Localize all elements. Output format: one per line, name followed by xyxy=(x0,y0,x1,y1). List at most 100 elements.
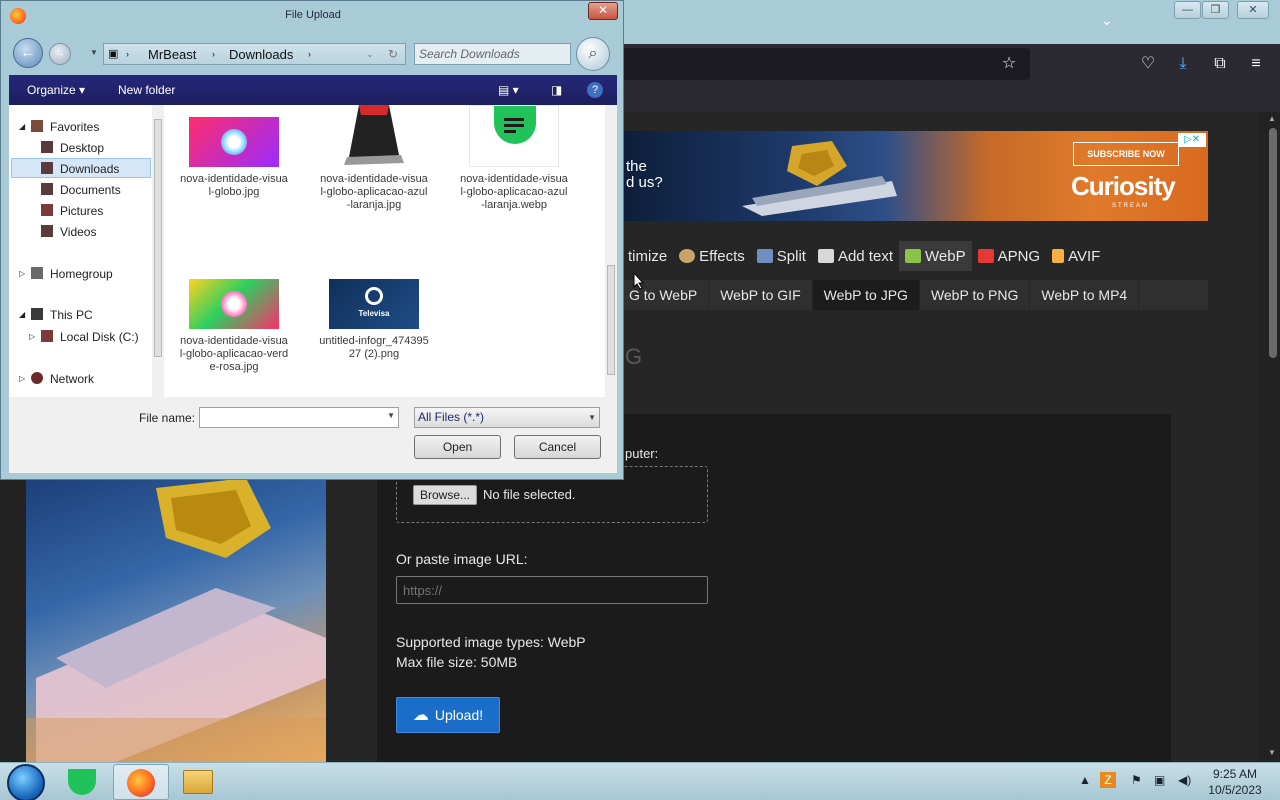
network-icon xyxy=(31,372,43,384)
chevron-right-icon[interactable]: › xyxy=(212,49,215,59)
recent-locations-icon[interactable]: ▼ xyxy=(90,48,98,57)
list-all-tabs-icon[interactable]: ⌄ xyxy=(1101,12,1113,29)
subtab-webp-to-jpg[interactable]: WebP to JPG xyxy=(812,280,920,310)
back-button[interactable]: ← xyxy=(13,38,43,68)
file-name: nova-identidade-visual-globo.jpg xyxy=(180,173,288,198)
ad-choices-icon[interactable]: ▷✕ xyxy=(1178,133,1206,147)
refresh-icon[interactable]: ↻ xyxy=(388,47,398,61)
network-tray-icon[interactable]: ▣ xyxy=(1154,773,1165,787)
bookmark-star-icon[interactable]: ☆ xyxy=(999,54,1019,74)
tool-optimize[interactable]: timize xyxy=(622,241,673,271)
avif-icon xyxy=(1052,249,1065,263)
close-window-button[interactable]: ✕ xyxy=(1237,1,1269,19)
subtab-webp-to-gif[interactable]: WebP to GIF xyxy=(709,280,813,310)
scroll-up-icon[interactable]: ▲ xyxy=(1268,114,1276,123)
tool-effects[interactable]: Effects xyxy=(673,241,751,271)
scroll-down-icon[interactable]: ▼ xyxy=(1268,748,1276,757)
nav-videos[interactable]: Videos xyxy=(60,225,96,239)
pictures-icon xyxy=(41,204,53,216)
nav-pictures[interactable]: Pictures xyxy=(60,204,103,218)
minimize-button[interactable]: — xyxy=(1174,1,1201,19)
taskbar-app-firefox[interactable] xyxy=(113,764,169,800)
downloads-icon[interactable]: ⤓ xyxy=(1173,54,1193,74)
search-input[interactable]: Search Downloads xyxy=(414,43,571,65)
ad-brand-sub: STREAM xyxy=(1112,203,1150,209)
collapse-icon[interactable]: ◢ xyxy=(19,122,25,131)
browse-button[interactable]: Browse... xyxy=(413,485,477,505)
dialog-title: File Upload xyxy=(285,9,341,21)
action-center-flag-icon[interactable]: ⚑ xyxy=(1131,773,1142,787)
collapse-icon[interactable]: ◢ xyxy=(19,310,25,319)
tray-app-icon[interactable]: Z xyxy=(1100,772,1116,788)
open-button[interactable]: Open xyxy=(414,435,501,459)
dialog-close-button[interactable]: ✕ xyxy=(588,2,618,20)
view-options-icon[interactable]: ▤ ▾ xyxy=(498,83,519,97)
preview-pane-icon[interactable]: ◨ xyxy=(551,83,562,97)
nav-homegroup[interactable]: Homegroup xyxy=(50,267,113,281)
cancel-button[interactable]: Cancel xyxy=(514,435,601,459)
globo-logo-icon xyxy=(221,291,247,317)
clock[interactable]: 9:25 AM 10/5/2023 xyxy=(1200,766,1270,798)
forward-button[interactable]: → xyxy=(49,43,71,65)
file-name-input[interactable]: ▼ xyxy=(199,407,399,428)
volume-icon[interactable]: ◀) xyxy=(1178,773,1191,787)
expand-icon[interactable]: ▷ xyxy=(19,269,25,278)
breadcrumb-downloads[interactable]: Downloads xyxy=(229,47,293,62)
ad-brand-logo: Curiosity xyxy=(1071,171,1176,201)
new-folder-button[interactable]: New folder xyxy=(118,83,175,97)
taskbar-app-globo[interactable] xyxy=(54,764,110,800)
image-url-input[interactable] xyxy=(396,576,708,604)
address-dropdown-icon[interactable]: ⌄ xyxy=(366,49,374,60)
expand-icon[interactable]: ▷ xyxy=(29,332,35,341)
chevron-down-icon[interactable]: ▼ xyxy=(387,411,395,420)
maximize-button[interactable]: ❐ xyxy=(1202,1,1229,19)
help-icon[interactable]: ? xyxy=(587,82,603,98)
favorites-star-icon xyxy=(31,120,43,132)
taskbar-app-explorer[interactable] xyxy=(170,764,226,800)
ad-banner[interactable]: the d us? SUBSCRIBE NOW Curiosity STREAM… xyxy=(622,131,1208,221)
nav-scrollbar[interactable] xyxy=(152,105,164,397)
page-scroll-thumb[interactable] xyxy=(1269,128,1277,358)
nav-this-pc[interactable]: This PC xyxy=(50,308,93,322)
tool-add-text[interactable]: Add text xyxy=(812,241,899,271)
extensions-icon[interactable]: ⧉ xyxy=(1210,54,1230,74)
chevron-down-icon[interactable]: ▼ xyxy=(588,408,596,427)
breadcrumb-user[interactable]: MrBeast xyxy=(148,47,196,62)
folder-app-icon xyxy=(183,770,213,794)
pocket-icon[interactable]: ♡ xyxy=(1138,54,1158,74)
nav-downloads[interactable]: Downloads xyxy=(60,162,119,176)
address-bar[interactable]: ▣ › MrBeast › Downloads › ⌄ ↻ xyxy=(103,43,406,65)
nav-network[interactable]: Network xyxy=(50,372,94,386)
nav-desktop[interactable]: Desktop xyxy=(60,141,104,155)
expand-icon[interactable]: ▷ xyxy=(19,374,25,383)
chevron-right-icon[interactable]: › xyxy=(308,49,311,59)
subtab-webp-to-png[interactable]: WebP to PNG xyxy=(920,280,1031,310)
subtab-webp-to-mp4[interactable]: WebP to MP4 xyxy=(1030,280,1140,310)
subscribe-now-button[interactable]: SUBSCRIBE NOW xyxy=(1073,142,1179,166)
url-bar[interactable] xyxy=(600,48,1030,80)
nav-documents[interactable]: Documents xyxy=(60,183,121,197)
tool-apng[interactable]: APNG xyxy=(972,241,1047,271)
page-scrollbar[interactable]: ▲ ▼ xyxy=(1266,112,1280,762)
search-icon[interactable]: ⌕ xyxy=(576,37,610,71)
taskbar: ▲ Z ⚑ ▣ ◀) 9:25 AM 10/5/2023 xyxy=(0,762,1280,800)
tool-webp[interactable]: WebP xyxy=(899,241,972,271)
tray-overflow-icon[interactable]: ▲ xyxy=(1079,773,1091,787)
nav-local-disk[interactable]: Local Disk (C:) xyxy=(60,330,139,344)
subtab-to-webp[interactable]: G to WebP xyxy=(618,280,710,310)
file-type-select[interactable]: All Files (*.*) ▼ xyxy=(414,407,600,428)
file-thumbnail: Televisa xyxy=(329,279,419,329)
documents-icon xyxy=(41,183,53,195)
tool-split[interactable]: Split xyxy=(751,241,812,271)
start-button[interactable] xyxy=(7,764,45,800)
organize-button[interactable]: Organize ▾ xyxy=(27,83,85,97)
nav-scroll-thumb[interactable] xyxy=(154,119,162,357)
nav-favorites[interactable]: Favorites xyxy=(50,120,99,134)
files-scroll-thumb[interactable] xyxy=(607,265,615,375)
app-menu-icon[interactable]: ≡ xyxy=(1246,54,1266,74)
tool-avif[interactable]: AVIF xyxy=(1046,241,1106,271)
upload-button[interactable]: ☁ Upload! xyxy=(396,697,500,733)
chevron-right-icon: › xyxy=(126,49,129,59)
files-scrollbar[interactable] xyxy=(605,105,617,397)
globo-green-logo-icon xyxy=(494,106,536,144)
